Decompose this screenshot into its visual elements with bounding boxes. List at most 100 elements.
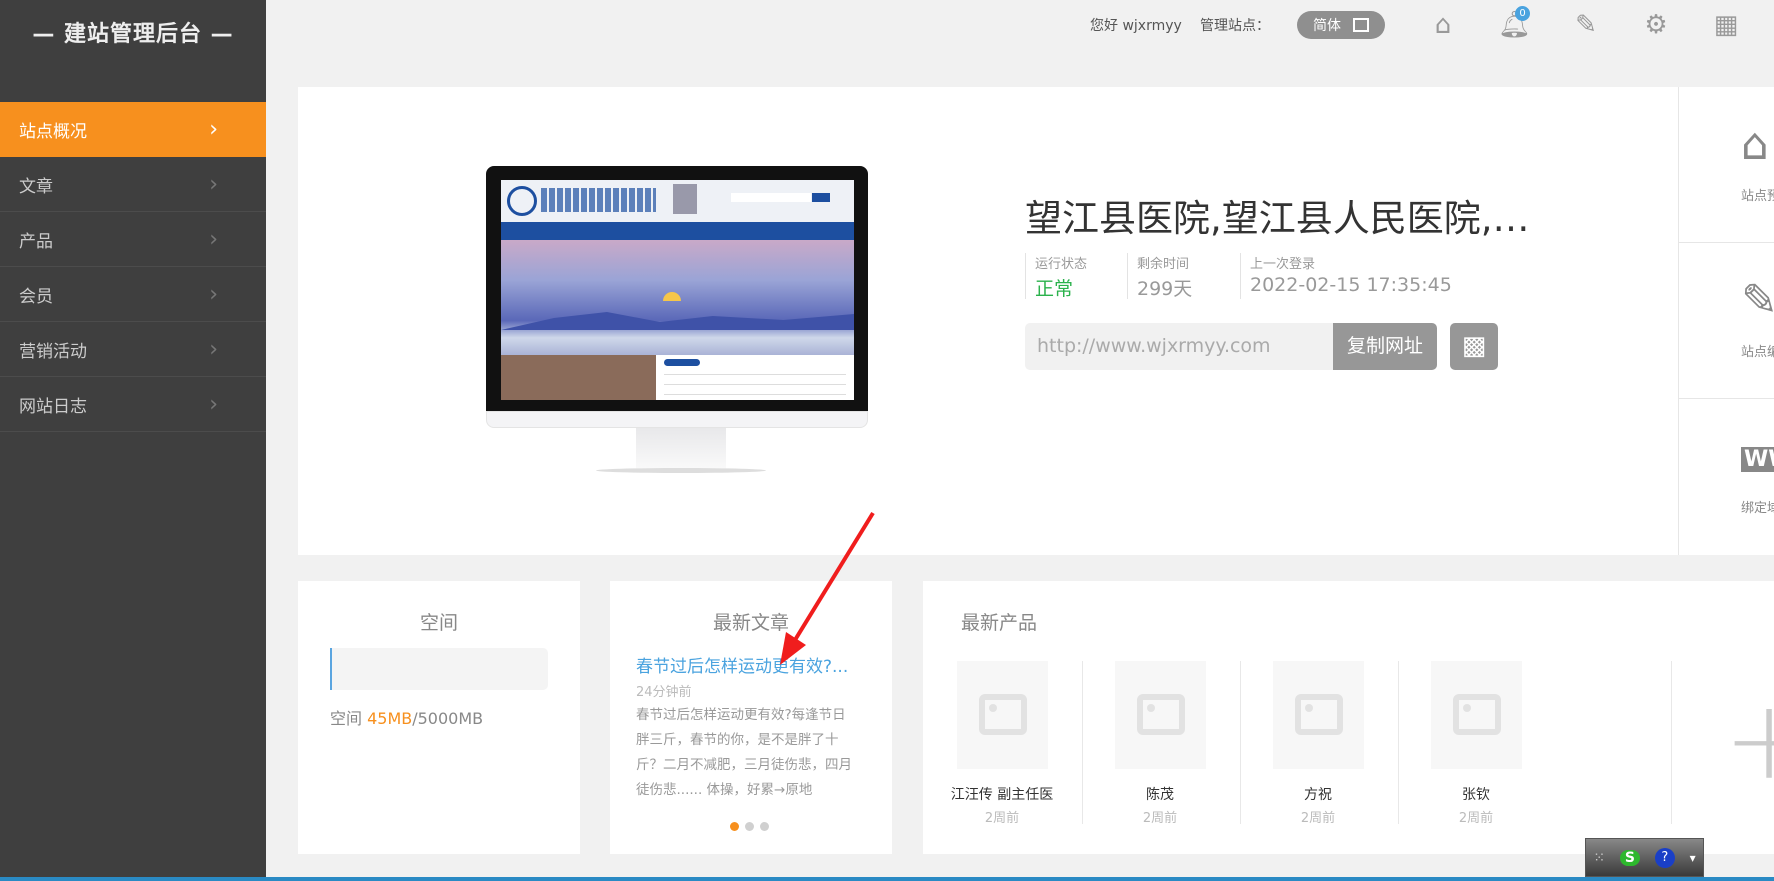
sidebar-item-label: 文章	[19, 176, 53, 197]
chevron-right-icon: ›	[209, 117, 218, 142]
www-icon: WWW	[1741, 447, 1774, 472]
image-placeholder-icon	[1430, 661, 1522, 769]
chevron-right-icon: ›	[209, 391, 218, 417]
site-screenshot	[501, 180, 854, 400]
screenshot-banner	[501, 240, 854, 355]
carousel-dot[interactable]	[760, 822, 769, 831]
stat-label: 剩余时间	[1137, 257, 1190, 272]
site-url-field[interactable]: http://www.wjxrmyy.com	[1025, 323, 1333, 370]
latest-articles-card: 最新文章 春节过后怎样运动更有效?... 24分钟前 春节过后怎样运动更有效?每…	[610, 581, 892, 854]
sogou-icon[interactable]: S	[1619, 849, 1640, 866]
screenshot-header	[501, 180, 854, 222]
space-card: 空间 空间 45MB/5000MB	[298, 581, 580, 854]
carousel-dots	[730, 822, 769, 831]
chevron-right-icon: ›	[209, 171, 218, 197]
gear-icon[interactable]: ⚙	[1641, 10, 1671, 40]
stat-status: 运行状态 正常	[1025, 253, 1127, 300]
site-title: 望江县医院,望江县人民医院,…	[1025, 197, 1530, 240]
chevron-right-icon: ›	[209, 226, 218, 252]
qr-code-icon[interactable]: ▩	[1450, 323, 1498, 370]
card-title: 空间	[419, 612, 458, 634]
image-placeholder-icon	[1272, 661, 1364, 769]
space-used: 45MB	[367, 709, 413, 728]
notification-badge: 0	[1515, 6, 1530, 21]
article-link[interactable]: 春节过后怎样运动更有效?...	[636, 652, 848, 677]
edit-icon[interactable]: ✎	[1571, 10, 1601, 40]
monitor-stand	[636, 428, 726, 470]
help-icon[interactable]: ?	[1654, 847, 1675, 868]
action-label: 绑定域名	[1741, 501, 1774, 516]
hospital-logo-icon	[507, 186, 537, 216]
sidebar-item-marketing[interactable]: 营销活动 ›	[0, 322, 266, 377]
product-name: 江汪传 副主任医	[950, 787, 1054, 803]
product-name: 张钦	[1462, 787, 1490, 803]
bind-domain-button[interactable]: WWW 绑定域名	[1679, 399, 1774, 555]
copy-url-button[interactable]: 复制网址	[1333, 323, 1437, 370]
carousel-dot[interactable]	[730, 822, 739, 831]
stat-remaining: 剩余时间 299天	[1127, 253, 1240, 300]
quick-actions-panel: ⌂ 站点预览 ✎ 站点编辑 WWW 绑定域名	[1678, 87, 1774, 555]
product-item[interactable]: 陈茂 2周前	[1081, 661, 1239, 826]
top-bar: 您好 wjxrmyy 管理站点： 简体 ⌂ 🔔︎ 0 ✎ ⚙ ▦	[266, 0, 1774, 87]
carousel-dot[interactable]	[745, 822, 754, 831]
product-name: 方祝	[1304, 787, 1332, 803]
monitor-base	[596, 468, 766, 473]
home-icon: ⌂	[1741, 119, 1769, 170]
image-placeholder-icon	[956, 661, 1048, 769]
sidebar-item-label: 营销活动	[19, 341, 87, 362]
space-label: 空间	[330, 709, 368, 728]
image-placeholder-icon	[1114, 661, 1206, 769]
grid-icon[interactable]: ▦	[1711, 10, 1741, 40]
sidebar: — 建站管理后台 — 站点概况 › 文章 › 产品 › 会员 › 营销活动 › 网站日志 ›	[0, 0, 266, 881]
sidebar-item-articles[interactable]: 文章 ›	[0, 157, 266, 212]
sidebar-item-products[interactable]: 产品 ›	[0, 212, 266, 267]
product-item[interactable]: 张钦 2周前	[1397, 661, 1555, 826]
site-stats: 运行状态正常 剩余时间 299天 上一次登录 2022-02-15 17:35:45	[1025, 253, 1452, 300]
sidebar-item-label: 站点概况	[19, 122, 87, 142]
add-product-icon[interactable]: +	[1723, 685, 1774, 795]
article-excerpt: 春节过后怎样运动更有效?每逢节日胖三斤，春节的你，是不是胖了十斤？二月不减肥，三…	[636, 707, 852, 798]
sidebar-item-label: 会员	[19, 286, 53, 307]
product-item[interactable]: 江汪传 副主任医 2周前	[923, 661, 1081, 826]
sidebar-item-members[interactable]: 会员 ›	[0, 267, 266, 322]
sidebar-item-overview[interactable]: 站点概况 ›	[0, 102, 266, 157]
product-name: 陈茂	[1146, 787, 1174, 803]
sidebar-item-label: 网站日志	[19, 396, 87, 417]
home-icon[interactable]: ⌂	[1428, 10, 1458, 40]
product-time: 2周前	[1458, 811, 1494, 826]
monitor-icon	[1353, 18, 1369, 32]
product-time: 2周前	[984, 811, 1020, 826]
action-label: 站点编辑	[1741, 345, 1774, 360]
stat-value: 正常	[1035, 278, 1074, 300]
menu-icon[interactable]: ▾	[1690, 851, 1696, 865]
screenshot-news	[501, 355, 854, 400]
sidebar-item-logs[interactable]: 网站日志 ›	[0, 377, 266, 432]
product-time: 2周前	[1142, 811, 1178, 826]
system-tray-toolbar: ⁙ S ? ▾	[1585, 838, 1704, 877]
product-item[interactable]: 方祝 2周前	[1239, 661, 1397, 826]
space-usage-bar	[330, 648, 548, 690]
screenshot-nav	[501, 222, 854, 240]
product-time: 2周前	[1300, 811, 1336, 826]
stat-value: 299天	[1137, 278, 1193, 300]
manage-site-label: 管理站点：	[1200, 18, 1270, 34]
keypad-icon[interactable]: ⁙	[1593, 850, 1605, 866]
stat-label: 上一次登录	[1250, 257, 1316, 272]
card-title: 最新文章	[712, 612, 789, 634]
action-label: 站点预览	[1741, 189, 1774, 204]
stat-label: 运行状态	[1035, 257, 1088, 272]
taskbar	[0, 877, 1774, 881]
site-edit-button[interactable]: ✎ 站点编辑	[1679, 243, 1774, 399]
sidebar-nav: 站点概况 › 文章 › 产品 › 会员 › 营销活动 › 网站日志 ›	[0, 102, 266, 432]
space-total: /5000MB	[412, 709, 484, 728]
monitor-chin	[486, 411, 868, 428]
site-preview-monitor[interactable]	[486, 166, 868, 473]
language-toggle[interactable]: 简体	[1297, 11, 1385, 39]
bell-icon[interactable]: 🔔︎ 0	[1498, 6, 1531, 40]
article-time: 24分钟前	[636, 685, 692, 700]
site-preview-button[interactable]: ⌂ 站点预览	[1679, 87, 1774, 243]
pen-icon: ✎	[1741, 275, 1774, 326]
monitor-frame	[486, 166, 868, 411]
card-title: 最新产品	[961, 612, 1038, 634]
stat-value: 2022-02-15 17:35:45	[1250, 274, 1452, 296]
